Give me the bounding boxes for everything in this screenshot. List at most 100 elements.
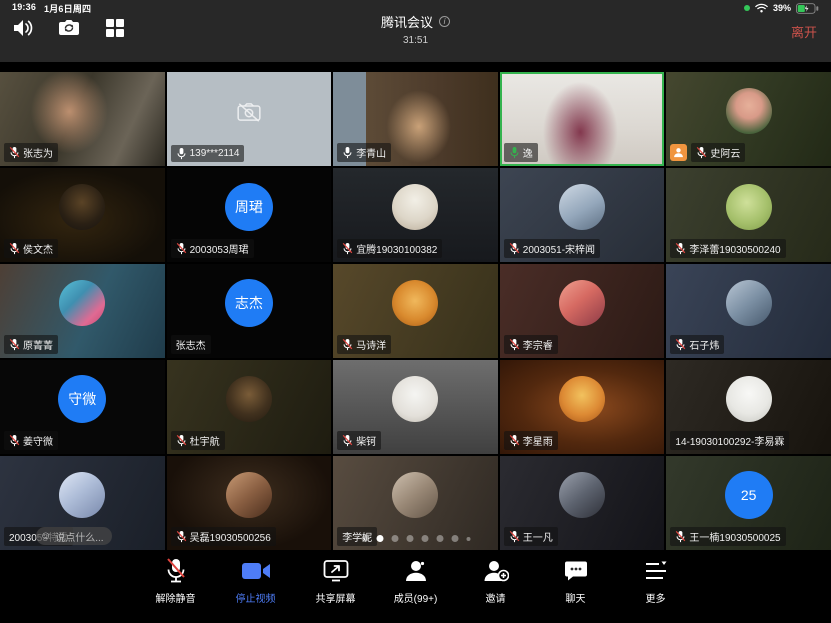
chat-quick-input[interactable]: ☺ 说点什么... (36, 527, 112, 545)
page-dot[interactable] (451, 535, 458, 542)
mic-icon (675, 530, 686, 543)
avatar (559, 472, 605, 518)
participant-name: 李星雨 (523, 433, 553, 448)
page-dot[interactable] (361, 535, 368, 542)
mic-icon (342, 434, 353, 447)
page-dot[interactable] (406, 535, 413, 542)
chat-placeholder: 说点什么... (55, 529, 103, 544)
participant-name: 王一凡 (523, 529, 553, 544)
name-tag-row: 马诗洋 (337, 335, 391, 354)
page-dot[interactable] (376, 535, 383, 542)
name-tag-row: 张志杰 (171, 335, 211, 354)
toolbar-label: 停止视频 (236, 590, 276, 605)
participant-name: 139***2114 (190, 148, 240, 159)
unmute-button[interactable]: 解除静音 (149, 558, 203, 623)
avatar (59, 184, 105, 230)
meeting-title-block: 腾讯会议 i 31:51 (0, 12, 831, 46)
avatar (226, 376, 272, 422)
recording-dot-icon (744, 5, 750, 11)
avatar-initials: 志杰 (225, 279, 273, 327)
avatar (726, 376, 772, 422)
participant-tile[interactable]: 志杰 张志杰 (167, 264, 332, 358)
name-tag: 逸 (504, 143, 538, 162)
participant-tile[interactable]: 吴磊19030500256 (167, 456, 332, 550)
participant-tile[interactable]: 原菁菁 (0, 264, 165, 358)
participant-tile[interactable]: 张志为 (0, 72, 165, 166)
participant-name: 侯文杰 (23, 241, 53, 256)
participant-name: 原菁菁 (23, 337, 53, 352)
page-dot[interactable] (466, 537, 470, 541)
participant-name: 宜腾19030100382 (356, 241, 437, 256)
avatar (726, 88, 772, 134)
info-icon[interactable]: i (439, 16, 450, 27)
participant-tile[interactable]: 李宗睿 (500, 264, 665, 358)
name-tag: 李星雨 (504, 431, 558, 450)
participant-name: 杜宇航 (190, 433, 220, 448)
name-tag-row: 杜宇航 (171, 431, 225, 450)
participant-name: 李宗睿 (523, 337, 553, 352)
mic-icon (696, 146, 707, 159)
more-button[interactable]: 更多 (629, 558, 683, 623)
mic-icon (176, 434, 187, 447)
participant-tile[interactable]: 李青山 (333, 72, 498, 166)
participant-tile[interactable]: 石子炜 (666, 264, 831, 358)
name-tag: 原菁菁 (4, 335, 58, 354)
participant-tile[interactable]: 2003053特雷 ☺ 说点什么... (0, 456, 165, 550)
avatar (392, 280, 438, 326)
participant-tile[interactable]: 王一凡 (500, 456, 665, 550)
meeting-title: 腾讯会议 (381, 12, 433, 31)
name-tag-row: 王一凡 (504, 527, 558, 546)
invite-button[interactable]: 邀请 (469, 558, 523, 623)
participant-name: 2003053周珺 (190, 241, 249, 256)
name-tag: 139***2114 (171, 145, 245, 162)
share-screen-button[interactable]: 共享屏幕 (309, 558, 363, 623)
page-dot[interactable] (421, 535, 428, 542)
stop-video-button[interactable]: 停止视频 (229, 558, 283, 623)
participant-tile[interactable]: 李泽蕾19030500240 (666, 168, 831, 262)
name-tag: 石子炜 (670, 335, 724, 354)
top-bar: 19:36 1月6日周四 39% (0, 0, 831, 62)
name-tag: 姜守微 (4, 431, 58, 450)
participant-tile[interactable]: 守微 姜守微 (0, 360, 165, 454)
share-screen-icon (323, 558, 349, 584)
invite-icon (483, 558, 509, 584)
camera-off-icon (236, 102, 262, 124)
mic-icon (675, 338, 686, 351)
participant-tile[interactable]: 马诗洋 (333, 264, 498, 358)
avatar (559, 376, 605, 422)
participant-tile[interactable]: 侯文杰 (0, 168, 165, 262)
participant-tile[interactable]: 周珺 2003053周珺 (167, 168, 332, 262)
name-tag: 李青山 (337, 143, 391, 162)
participant-name: 王一楠19030500025 (689, 529, 780, 544)
participant-tile[interactable]: 宜腾19030100382 (333, 168, 498, 262)
participant-tile[interactable]: 史阿云 (666, 72, 831, 166)
participant-tile[interactable]: 14-19030100292-李易霖 (666, 360, 831, 454)
page-dot[interactable] (436, 535, 443, 542)
name-tag-row: 李泽蕾19030500240 (670, 239, 785, 258)
participant-tile[interactable]: 李星雨 (500, 360, 665, 454)
participant-name: 李青山 (356, 145, 386, 160)
participant-tile[interactable]: 柴钶 (333, 360, 498, 454)
avatar (559, 280, 605, 326)
name-tag: 马诗洋 (337, 335, 391, 354)
name-tag: 2003053周珺 (171, 239, 254, 258)
name-tag-row: 姜守微 (4, 431, 58, 450)
page-dot[interactable] (391, 535, 398, 542)
name-tag-row: 柴钶 (337, 431, 381, 450)
name-tag-row: 王一楠19030500025 (670, 527, 785, 546)
participant-tile[interactable]: 杜宇航 (167, 360, 332, 454)
participant-tile[interactable]: 2003051-宋梓闻 (500, 168, 665, 262)
name-tag: 张志杰 (171, 335, 211, 354)
participant-tile[interactable]: 25 王一楠19030500025 (666, 456, 831, 550)
members-button[interactable]: 成员(99+) (389, 558, 443, 623)
name-tag: 14-19030100292-李易霖 (670, 431, 789, 450)
participant-name: 柴钶 (356, 433, 376, 448)
leave-button[interactable]: 离开 (791, 25, 817, 40)
participant-tile[interactable]: 139***2114 (167, 72, 332, 166)
chat-button[interactable]: 聊天 (549, 558, 603, 623)
name-tag: 2003051-宋梓闻 (504, 239, 600, 258)
mic-icon (176, 147, 187, 160)
name-tag: 宜腾19030100382 (337, 239, 442, 258)
participant-tile[interactable]: 逸 (500, 72, 665, 166)
mic-icon (176, 530, 187, 543)
